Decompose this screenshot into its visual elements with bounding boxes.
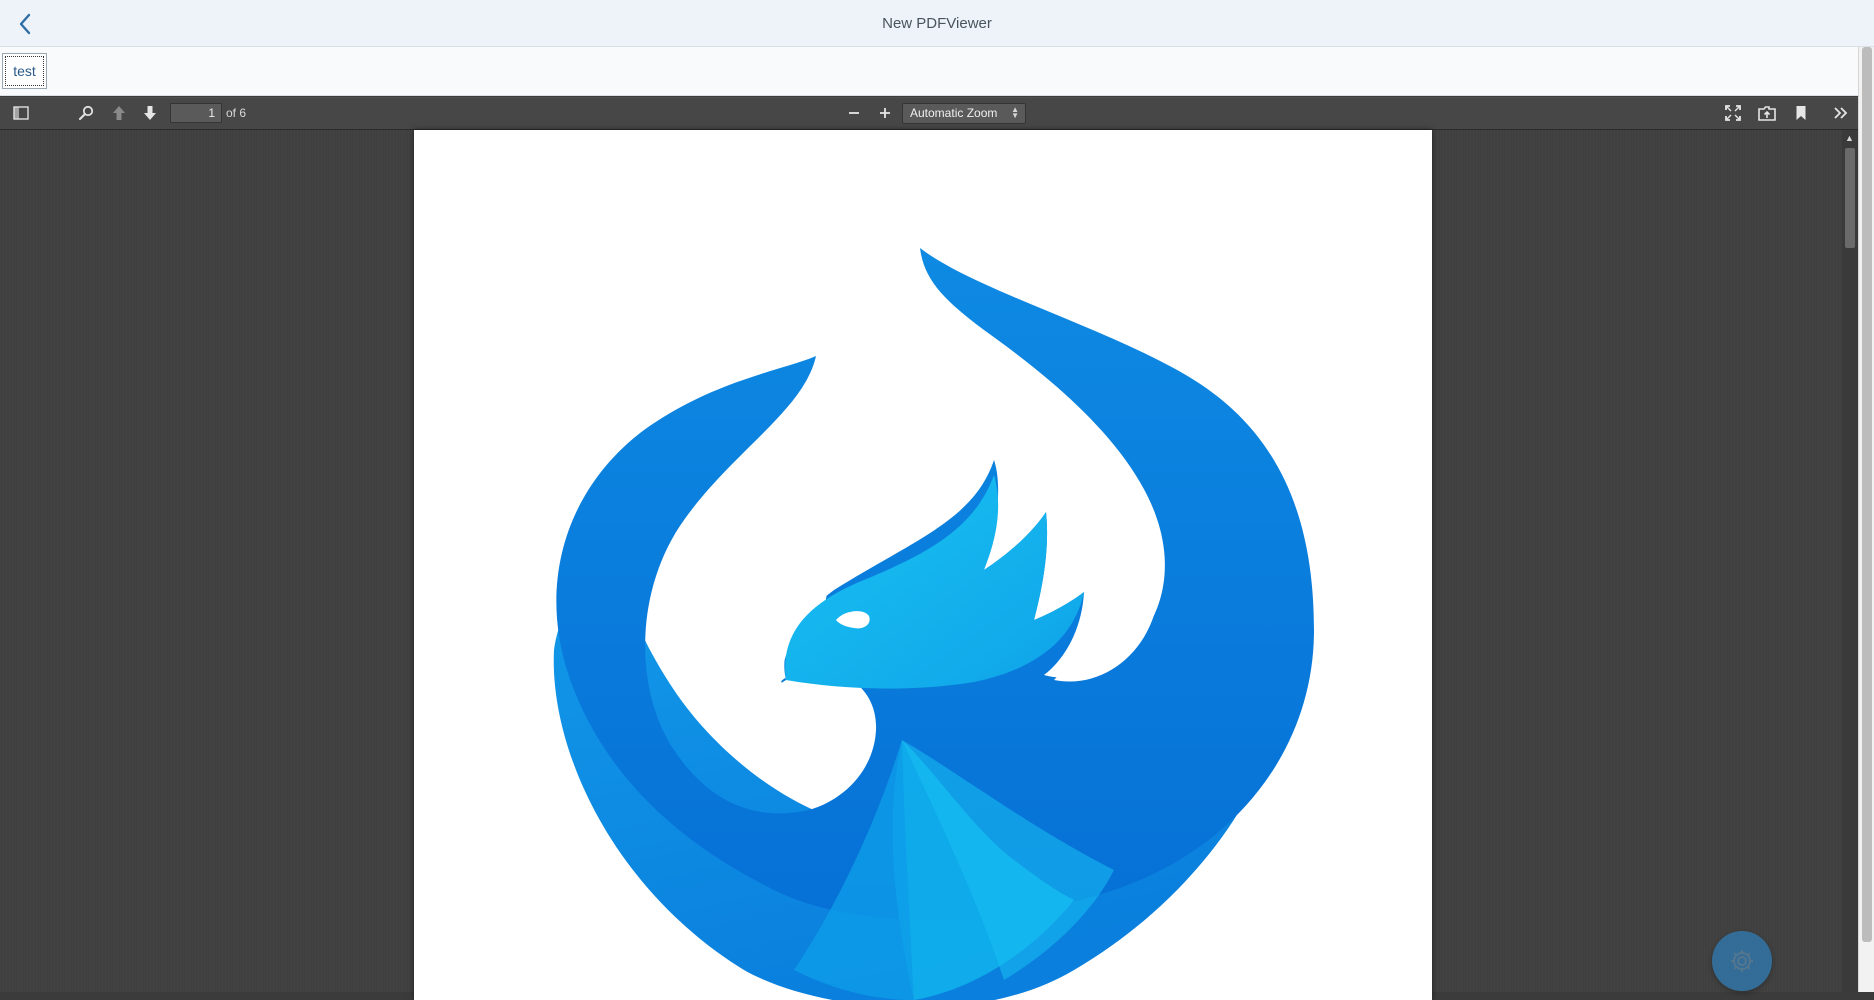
next-page-button[interactable]: [137, 101, 163, 125]
bookmark-button[interactable]: [1788, 101, 1814, 125]
zoom-select[interactable]: Automatic Zoom ▲ ▼: [902, 103, 1026, 124]
document-scrollbar[interactable]: ▲: [1842, 130, 1858, 992]
sidebar-toggle-icon: [13, 106, 29, 120]
sidebar-toggle-button[interactable]: [8, 101, 34, 125]
pdf-viewer: of 6 Automatic Zoom ▲▼: [0, 97, 1858, 1000]
subheader: test: [0, 47, 1874, 96]
fullscreen-icon: [1725, 105, 1741, 121]
page-scrollbar-thumb[interactable]: [1862, 47, 1872, 942]
plus-icon: [880, 108, 890, 118]
presentation-mode-button[interactable]: [1720, 101, 1746, 125]
scroll-up-arrow-icon[interactable]: ▲: [1845, 133, 1854, 143]
bookmark-icon: [1796, 106, 1806, 120]
search-icon: [78, 105, 94, 121]
open-file-button[interactable]: [1754, 101, 1780, 125]
shell-header: New PDFViewer: [0, 0, 1874, 47]
settings-button[interactable]: [1712, 931, 1772, 991]
document-scrollbar-thumb[interactable]: [1845, 148, 1855, 248]
previous-page-button[interactable]: [106, 101, 132, 125]
double-chevron-right-icon: [1834, 107, 1848, 119]
gear-icon: [1731, 950, 1753, 972]
zoom-out-button[interactable]: [841, 101, 867, 125]
document-canvas[interactable]: [0, 130, 1842, 1000]
select-arrows-icon: ▲ ▼: [1011, 105, 1019, 120]
pdf-page: [414, 130, 1432, 1000]
arrow-up-icon: [113, 106, 125, 120]
pdf-toolbar: of 6 Automatic Zoom ▲▼: [0, 97, 1858, 130]
zoom-select-value: Automatic Zoom: [910, 106, 998, 120]
open-file-icon: [1758, 106, 1776, 121]
page-number-input[interactable]: [170, 103, 222, 123]
test-button[interactable]: test: [2, 53, 47, 89]
search-button[interactable]: [73, 101, 99, 125]
phoenix-bird-logo: [553, 248, 1314, 1000]
tools-button[interactable]: [1828, 101, 1854, 125]
page-count: of 6: [226, 106, 247, 120]
page-scrollbar[interactable]: [1858, 47, 1874, 992]
zoom-in-button[interactable]: [872, 101, 898, 125]
minus-icon: [849, 112, 859, 114]
page-title: New PDFViewer: [882, 15, 992, 32]
arrow-down-icon: [144, 106, 156, 120]
